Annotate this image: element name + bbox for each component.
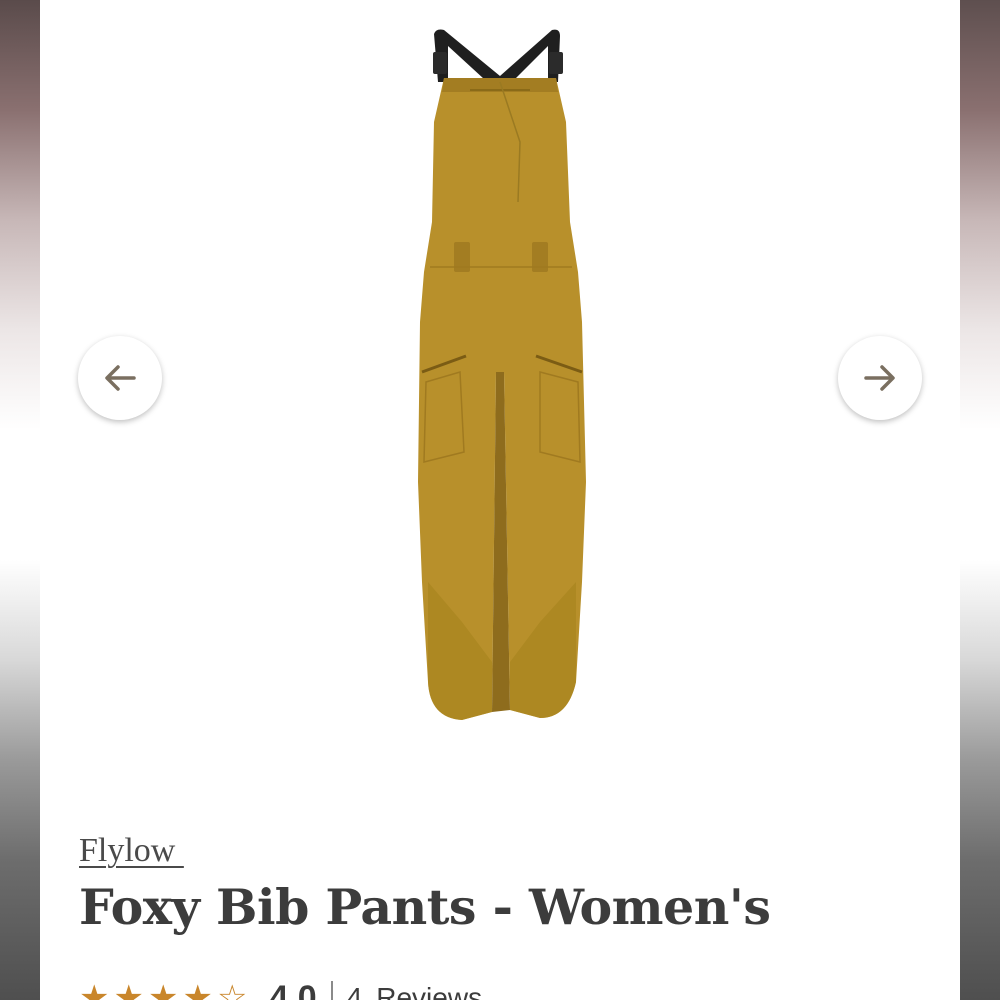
background-left-strip — [0, 0, 40, 1000]
product-image — [418, 29, 586, 720]
previous-image-button[interactable] — [78, 336, 162, 420]
star-empty-icon: ☆ — [216, 979, 248, 1000]
background-right-strip — [960, 0, 1000, 1000]
star-filled-icon: ★ — [113, 979, 144, 1000]
arrow-left-icon — [105, 365, 136, 391]
product-card: Flylow Foxy Bib Pants - Women's ★ ★ ★ ★ … — [40, 0, 960, 1000]
star-filled-icon: ★ — [147, 979, 179, 1000]
reviews-label: Reviews — [376, 982, 483, 1000]
rating-value: 4.0 — [269, 978, 317, 1000]
star-rating: ★ ★ ★ ★ ☆ — [79, 981, 247, 1000]
product-title: Foxy Bib Pants - Women's — [79, 878, 771, 936]
rating-summary[interactable]: ★ ★ ★ ★ ☆ 4.0 4 Reviews — [79, 978, 482, 1000]
rating-divider — [330, 981, 333, 1000]
arrow-right-icon — [864, 365, 895, 391]
reviews-link[interactable]: 4 Reviews — [347, 982, 482, 1000]
brand-link[interactable]: Flylow — [79, 832, 184, 870]
star-filled-icon: ★ — [182, 979, 213, 1000]
next-image-button[interactable] — [838, 336, 922, 420]
review-count: 4 — [346, 982, 363, 1000]
star-filled-icon: ★ — [79, 979, 110, 1000]
